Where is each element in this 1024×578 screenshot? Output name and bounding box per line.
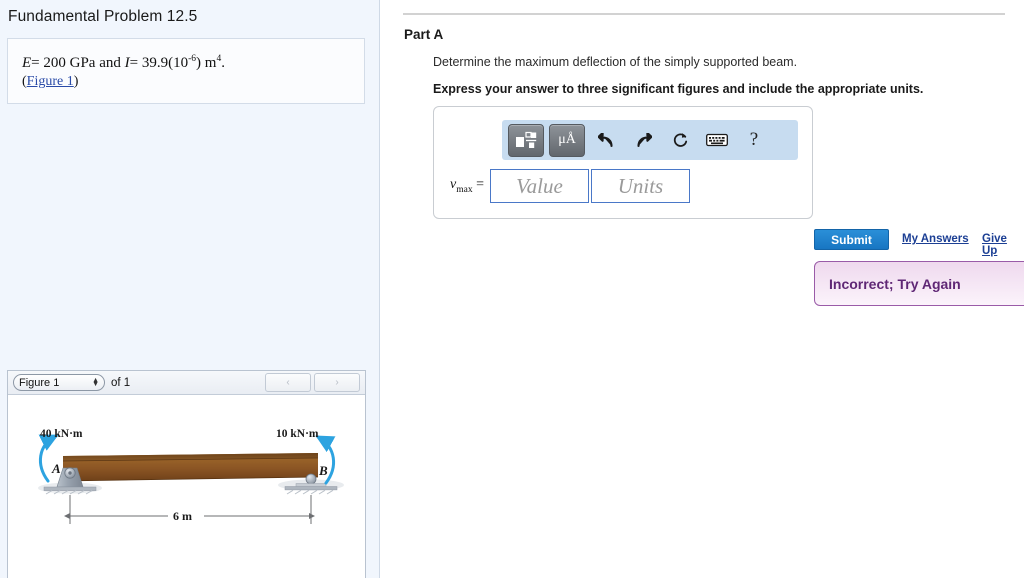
figure-viewer: Figure 1 ▲ ▼ of 1 ‹ › 40 kN·m 10 kN·m A … (7, 370, 366, 578)
figure-toolbar: Figure 1 ▲ ▼ of 1 ‹ › (8, 371, 365, 395)
inertia-exponent: -6 (188, 54, 197, 64)
period: . (221, 55, 225, 71)
given-data-text: E= 200 GPa and I= 39.9(10-6) m4. (Figure… (8, 39, 364, 92)
value-input[interactable] (489, 169, 589, 203)
beam-diagram-svg (38, 434, 344, 524)
figure-selector-dropdown[interactable]: Figure 1 ▲ ▼ (13, 374, 105, 391)
help-icon[interactable]: ? (738, 125, 770, 156)
span-dimension-label: 6 m (173, 509, 192, 523)
page-root: Fundamental Problem 12.5 E= 200 GPa and … (0, 0, 1024, 578)
redo-glyph (636, 132, 652, 147)
figure-1-link[interactable]: Figure 1 (27, 74, 74, 89)
section-divider (403, 13, 1005, 15)
reset-icon[interactable] (664, 125, 696, 156)
support-a-label: A (52, 461, 61, 476)
feedback-message: Incorrect; Try Again (829, 275, 961, 292)
units-input[interactable] (590, 169, 690, 203)
submit-button[interactable]: Submit (814, 229, 889, 250)
answer-input-row: vmax = (450, 169, 690, 203)
figure-reference-line: (Figure 1) (22, 73, 364, 92)
figure-prev-button[interactable]: ‹ (265, 373, 311, 392)
figure-nav-buttons: ‹ › (265, 373, 360, 392)
answer-entry-box: μÅ ? vmax = Value Units (433, 106, 813, 219)
chevron-updown-icon: ▲ ▼ (92, 376, 99, 388)
figure-selector-label: Figure 1 (19, 376, 60, 389)
support-b-label: B (319, 463, 328, 478)
answer-equals-sign: = (476, 177, 484, 193)
my-answers-link[interactable]: My Answers (902, 233, 969, 245)
reset-glyph (673, 132, 687, 147)
part-heading: Part A (404, 27, 444, 42)
figure-count-label: of 1 (111, 376, 131, 389)
units-glyph: μÅ (558, 132, 576, 147)
problem-sidebar: Fundamental Problem 12.5 E= 200 GPa and … (0, 0, 380, 578)
left-moment-label: 40 kN·m (40, 428, 83, 440)
undo-glyph (597, 132, 613, 147)
help-glyph: ? (749, 129, 759, 150)
keyboard-glyph (706, 133, 728, 147)
question-prompt: Determine the maximum deflection of the … (433, 55, 798, 69)
template-icon[interactable] (508, 123, 544, 157)
answer-variable-label: vmax = (450, 177, 484, 195)
figure-next-button[interactable]: › (314, 373, 360, 392)
young-modulus-value: = 200 GPa and (31, 55, 121, 71)
answer-instruction: Express your answer to three significant… (433, 82, 924, 96)
template-glyph (516, 131, 537, 148)
beam-diagram-canvas: 40 kN·m 10 kN·m A B 6 m (8, 395, 365, 577)
redo-icon[interactable] (627, 125, 659, 156)
page-title: Fundamental Problem 12.5 (8, 8, 198, 25)
status-badge: Incorrect; Try Again (814, 261, 1024, 306)
right-moment-label: 10 kN·m (276, 428, 319, 440)
math-toolbar: μÅ ? (502, 120, 798, 160)
chevron-left-icon: ‹ (286, 377, 290, 388)
inertia-value: = 39.9(10 (129, 55, 189, 71)
keyboard-icon[interactable] (701, 125, 733, 156)
young-modulus-symbol: E (22, 55, 32, 71)
undo-icon[interactable] (590, 125, 622, 156)
answer-panel: Part A Determine the maximum deflection … (381, 0, 1024, 578)
answer-variable-subscript: max (456, 184, 473, 195)
units-icon[interactable]: μÅ (549, 123, 585, 157)
problem-statement-box: E= 200 GPa and I= 39.9(10-6) m4. (Figure… (7, 38, 365, 104)
give-up-link[interactable]: Give Up (982, 233, 1024, 257)
paren-close: ) (73, 74, 79, 90)
inertia-tail: ) m (196, 55, 217, 71)
chevron-right-icon: › (335, 377, 339, 388)
submit-button-label: Submit (831, 232, 872, 247)
